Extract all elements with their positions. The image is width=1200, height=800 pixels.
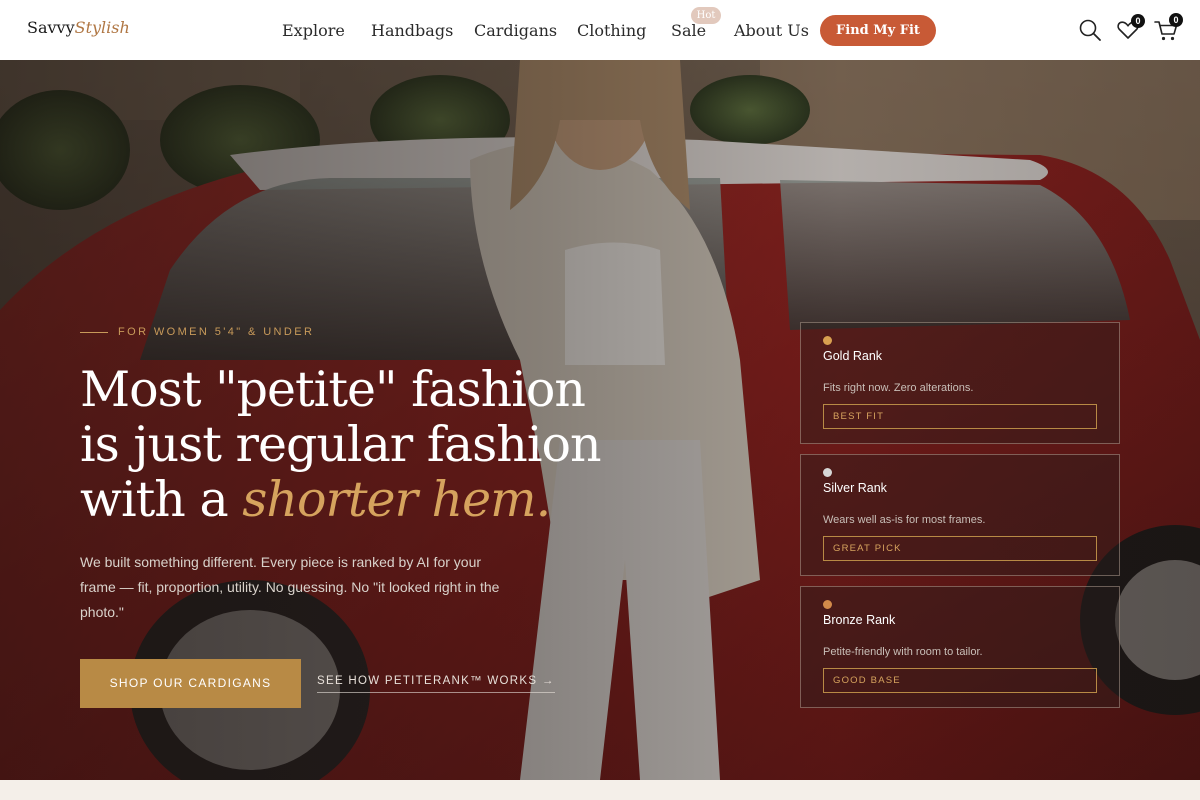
rank-card-silver: Silver Rank Wears well as-is for most fr… bbox=[800, 454, 1120, 576]
rank-card-bronze: Bronze Rank Petite-friendly with room to… bbox=[800, 586, 1120, 708]
next-section-strip bbox=[0, 780, 1200, 800]
rank-description: Fits right now. Zero alterations. bbox=[823, 382, 974, 394]
nav-item-about-us[interactable]: About Us bbox=[734, 21, 809, 40]
headline-line-1: Most "petite" fashion bbox=[80, 361, 586, 418]
rank-card-gold: Gold Rank Fits right now. Zero alteratio… bbox=[800, 322, 1120, 444]
hot-badge: Hot bbox=[691, 7, 721, 24]
eyebrow-rule bbox=[80, 331, 108, 333]
brand-name-plain: Savvy bbox=[27, 18, 75, 37]
brand-name-script: Stylish bbox=[74, 18, 130, 37]
hero-section: FOR WOMEN 5'4" & UNDER Most "petite" fas… bbox=[0, 60, 1200, 780]
search-icon[interactable] bbox=[1077, 17, 1103, 43]
find-my-fit-button[interactable]: Find My Fit bbox=[820, 15, 936, 46]
rank-description: Wears well as-is for most frames. bbox=[823, 514, 986, 526]
headline-line-3: with a shorter hem. bbox=[80, 472, 640, 527]
nav-item-clothing[interactable]: Clothing bbox=[577, 21, 646, 40]
wishlist-count-badge: 0 bbox=[1131, 14, 1145, 28]
rank-tag: GOOD BASE bbox=[823, 668, 1097, 693]
hero-body-copy: We built something different. Every piec… bbox=[80, 554, 500, 620]
silver-rank-dot bbox=[823, 468, 832, 477]
gold-rank-dot bbox=[823, 336, 832, 345]
hero-eyebrow: FOR WOMEN 5'4" & UNDER bbox=[80, 326, 314, 338]
rank-title: Silver Rank bbox=[823, 481, 887, 495]
petiterank-link[interactable]: SEE HOW PETITERANK™ WORKS → bbox=[317, 675, 555, 693]
headline-accent: shorter hem. bbox=[242, 471, 551, 528]
nav-item-explore[interactable]: Explore bbox=[282, 21, 345, 40]
brand-logo[interactable]: SavvyStylish bbox=[27, 18, 130, 37]
rank-title: Bronze Rank bbox=[823, 613, 896, 627]
rank-description: Petite-friendly with room to tailor. bbox=[823, 646, 983, 658]
shop-cardigans-button[interactable]: SHOP OUR CARDIGANS bbox=[80, 659, 301, 708]
bronze-rank-dot bbox=[823, 600, 832, 609]
rank-tag: BEST FIT bbox=[823, 404, 1097, 429]
nav-item-handbags[interactable]: Handbags bbox=[371, 21, 453, 40]
headline-line-3-plain: with a bbox=[80, 471, 243, 528]
rank-tag: GREAT PICK bbox=[823, 536, 1097, 561]
rank-title: Gold Rank bbox=[823, 349, 883, 363]
cart-count-badge: 0 bbox=[1169, 13, 1183, 27]
eyebrow-text: FOR WOMEN 5'4" & UNDER bbox=[118, 326, 315, 338]
site-header: SavvyStylish Explore Handbags Cardigans … bbox=[0, 0, 1200, 60]
nav-item-cardigans[interactable]: Cardigans bbox=[474, 21, 557, 40]
headline-line-2: is just regular fashion bbox=[80, 416, 602, 473]
hero-headline: Most "petite" fashion is just regular fa… bbox=[80, 362, 640, 527]
